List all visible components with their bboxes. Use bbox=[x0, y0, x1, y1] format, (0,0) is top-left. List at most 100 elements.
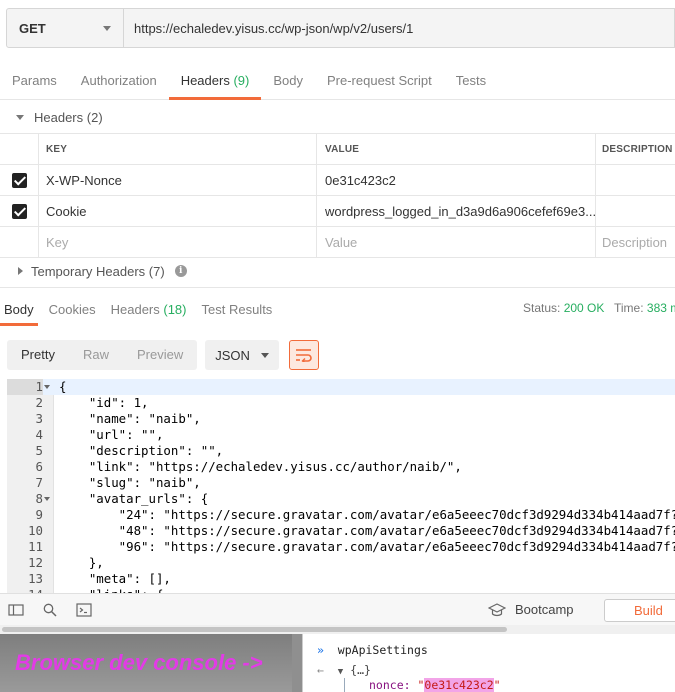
tab-authorization[interactable]: Authorization bbox=[69, 64, 169, 100]
row-checkbox-cell bbox=[0, 165, 39, 195]
scrollbar-thumb[interactable] bbox=[2, 627, 507, 632]
code-line: 13 "meta": [], bbox=[7, 571, 675, 587]
code-text: "description": "", bbox=[59, 443, 224, 458]
new-description-input[interactable]: Description bbox=[596, 227, 675, 257]
fold-arrow-icon[interactable] bbox=[44, 385, 50, 389]
tab-test-results[interactable]: Test Results bbox=[198, 296, 277, 326]
tab-params[interactable]: Params bbox=[0, 64, 69, 100]
header-cell-check bbox=[0, 134, 39, 164]
format-select[interactable]: JSON bbox=[205, 340, 280, 370]
tab-label: Body bbox=[273, 73, 303, 88]
tab-response-body[interactable]: Body bbox=[0, 296, 38, 326]
code-text: "link": "https://echaledev.yisus.cc/auth… bbox=[59, 459, 462, 474]
tab-label: Pre-request Script bbox=[326, 73, 432, 88]
code-text: "48": "https://secure.gravatar.com/avata… bbox=[59, 523, 675, 538]
tree-guide-line bbox=[344, 678, 345, 692]
tab-label: Body bbox=[4, 302, 34, 317]
header-key-cell[interactable]: Cookie bbox=[39, 196, 317, 226]
dev-console-output[interactable]: » wpApiSettings ← ▼ {…} nonce: "0e31c423… bbox=[302, 634, 675, 692]
sidebar-toggle-icon[interactable] bbox=[8, 602, 24, 618]
code-line: 9 "24": "https://secure.gravatar.com/ava… bbox=[7, 507, 675, 523]
console-nonce-line: nonce: "0e31c423c2" bbox=[369, 678, 501, 692]
header-key-cell[interactable]: X-WP-Nonce bbox=[39, 165, 317, 195]
line-number: 12 bbox=[28, 555, 43, 570]
tab-label: Cookies bbox=[48, 302, 96, 317]
console-object: {…} bbox=[350, 663, 371, 677]
code-line: 6 "link": "https://echaledev.yisus.cc/au… bbox=[7, 459, 675, 475]
column-header-key: KEY bbox=[39, 134, 317, 164]
search-icon[interactable] bbox=[42, 602, 58, 618]
header-value-cell[interactable]: 0e31c423c2 bbox=[317, 165, 596, 195]
code-text: "avatar_urls": { bbox=[59, 491, 209, 506]
code-line: 8 "avatar_urls": { bbox=[7, 491, 675, 507]
column-header-value: VALUE bbox=[317, 134, 596, 164]
checkbox-checked[interactable] bbox=[11, 172, 27, 188]
header-description-cell[interactable] bbox=[596, 196, 675, 226]
tab-response-cookies[interactable]: Cookies bbox=[45, 296, 100, 326]
response-body-editor[interactable]: 1{2 "id": 1, 3 "name": "naib", 4 "url": ""… bbox=[7, 379, 675, 593]
response-view-bar: Pretty Raw Preview JSON bbox=[7, 340, 320, 370]
url-input[interactable]: https://echaledev.yisus.cc/wp-json/wp/v2… bbox=[124, 8, 675, 48]
code-text: "name": "naib", bbox=[59, 411, 201, 426]
header-value-cell[interactable]: wordpress_logged_in_d3a9d6a906cefef69e3.… bbox=[317, 196, 596, 226]
caret-right-icon bbox=[18, 267, 23, 275]
tab-pre-request-script[interactable]: Pre-request Script bbox=[315, 64, 444, 100]
table-row-new: Key Value Description bbox=[0, 227, 675, 258]
dev-console-label: Browser dev console -> bbox=[15, 650, 263, 675]
table-header-row: KEY VALUE DESCRIPTION bbox=[0, 134, 675, 165]
code-line: 10 "48": "https://secure.gravatar.com/av… bbox=[7, 523, 675, 539]
response-time: Time: 383 m bbox=[614, 301, 675, 315]
info-icon[interactable]: i bbox=[174, 265, 187, 277]
tab-response-headers[interactable]: Headers (18) bbox=[107, 296, 191, 326]
code-line: 1{ bbox=[7, 379, 675, 395]
fold-arrow-icon[interactable] bbox=[44, 497, 50, 501]
horizontal-scrollbar[interactable] bbox=[0, 625, 675, 634]
tab-body[interactable]: Body bbox=[261, 64, 315, 100]
headers-table: KEY VALUE DESCRIPTION X-WP-Nonce 0e31c42… bbox=[0, 133, 675, 258]
line-number: 7 bbox=[35, 475, 43, 490]
method-label: GET bbox=[19, 20, 46, 36]
divider bbox=[0, 287, 675, 288]
line-number: 3 bbox=[35, 411, 43, 426]
temporary-headers-toggle[interactable]: Temporary Headers (7) i bbox=[0, 256, 187, 286]
wrap-lines-icon bbox=[296, 349, 312, 362]
caret-down-icon bbox=[16, 114, 24, 120]
code-text: "url": "", bbox=[59, 427, 164, 442]
code-line: 4 "url": "", bbox=[7, 427, 675, 443]
header-description-cell[interactable] bbox=[596, 165, 675, 195]
column-header-description: DESCRIPTION bbox=[602, 143, 673, 155]
method-select[interactable]: GET bbox=[6, 8, 124, 48]
line-number: 4 bbox=[35, 427, 43, 442]
section-count: (2) bbox=[86, 109, 103, 125]
view-preview-button[interactable]: Preview bbox=[123, 340, 197, 370]
view-raw-button[interactable]: Raw bbox=[69, 340, 123, 370]
tab-tests[interactable]: Tests bbox=[444, 64, 498, 100]
quote: " bbox=[493, 678, 501, 692]
bootcamp-button[interactable]: Bootcamp bbox=[488, 602, 574, 617]
new-value-input[interactable]: Value bbox=[317, 227, 596, 257]
tab-count: (9) bbox=[233, 73, 250, 88]
request-tabs: Params Authorization Headers (9) Body Pr… bbox=[0, 64, 675, 100]
headers-section-toggle[interactable]: Headers (2) bbox=[0, 102, 103, 132]
console-result-line[interactable]: ← ▼ {…} bbox=[317, 663, 371, 677]
chevron-down-icon bbox=[103, 26, 111, 31]
expand-triangle-icon[interactable]: ▼ bbox=[338, 667, 343, 677]
tab-label: Headers bbox=[180, 73, 230, 88]
tab-label: Params bbox=[12, 73, 57, 88]
tab-label: Authorization bbox=[80, 73, 157, 88]
view-pretty-button[interactable]: Pretty bbox=[7, 340, 69, 370]
wrap-lines-button[interactable] bbox=[289, 340, 320, 370]
new-key-input[interactable]: Key bbox=[39, 227, 317, 257]
line-number: 6 bbox=[35, 459, 43, 474]
line-number: 10 bbox=[28, 523, 43, 538]
build-button[interactable]: Build bbox=[604, 599, 675, 622]
code-text: "24": "https://secure.gravatar.com/avata… bbox=[59, 507, 675, 522]
checkbox-checked[interactable] bbox=[11, 203, 27, 219]
status-label: Status: bbox=[523, 301, 561, 315]
console-icon[interactable] bbox=[76, 602, 92, 618]
tab-headers[interactable]: Headers (9) bbox=[168, 64, 262, 100]
section-count: (7) bbox=[148, 263, 165, 279]
tab-label: Test Results bbox=[201, 302, 273, 317]
dev-console-annotation-area: Browser dev console -> bbox=[0, 634, 292, 692]
tab-count: (18) bbox=[163, 302, 187, 317]
